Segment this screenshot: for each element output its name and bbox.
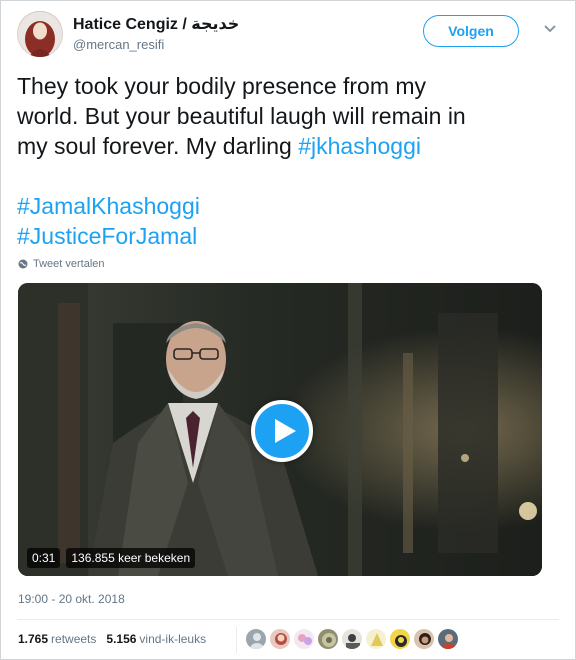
- liker-avatar[interactable]: [245, 628, 267, 650]
- stats-separator: [236, 627, 237, 653]
- play-icon: [274, 419, 296, 443]
- tweet-card: Hatice Cengiz / خديجة @mercan_resifi Vol…: [0, 0, 576, 660]
- tweet-text-line: They took your bodily presence from my: [17, 73, 427, 99]
- author-display-name[interactable]: Hatice Cengiz / خديجة: [73, 15, 239, 35]
- video-duration: 0:31: [27, 548, 61, 568]
- liker-avatar[interactable]: [365, 628, 387, 650]
- play-button[interactable]: [251, 400, 313, 462]
- retweets-count: 1.765: [18, 632, 49, 646]
- retweets-label: retweets: [51, 632, 97, 646]
- tweet-timestamp[interactable]: 19:00 - 20 okt. 2018: [18, 592, 125, 606]
- tweet-text-plain: my soul forever. My darling: [17, 133, 299, 159]
- liker-avatar[interactable]: [413, 628, 435, 650]
- author-avatar[interactable]: [17, 11, 63, 57]
- author-handle[interactable]: @mercan_resifi: [73, 36, 239, 54]
- tweet-text-line: my soul forever. My darling #jkhashoggi: [17, 131, 557, 161]
- likers-list: [245, 628, 459, 650]
- translate-tweet-link[interactable]: Tweet vertalen: [18, 258, 105, 270]
- divider: [17, 619, 559, 620]
- likes-label: vind-ik-leuks: [139, 632, 207, 646]
- liker-avatar[interactable]: [269, 628, 291, 650]
- likes-count: 5.156: [106, 632, 137, 646]
- liker-avatar[interactable]: [293, 628, 315, 650]
- hashtag-justiceforjamal[interactable]: #JusticeForJamal: [17, 221, 557, 251]
- liker-avatar[interactable]: [437, 628, 459, 650]
- follow-button[interactable]: Volgen: [423, 15, 519, 47]
- tweet-header: Hatice Cengiz / خديجة @mercan_resifi Vol…: [17, 11, 561, 59]
- tweet-text: They took your bodily presence from my w…: [17, 71, 557, 251]
- author-names: Hatice Cengiz / خديجة @mercan_resifi: [73, 15, 239, 54]
- chevron-down-icon[interactable]: [543, 24, 557, 34]
- hashtag-jamalkhashoggi[interactable]: #JamalKhashoggi: [17, 191, 557, 221]
- hashtag-jkhashoggi[interactable]: #jkhashoggi: [298, 133, 421, 159]
- retweets-stat[interactable]: 1.765 retweets: [18, 632, 96, 646]
- liker-avatar[interactable]: [389, 628, 411, 650]
- video-view-count: 136.855 keer bekeken: [66, 548, 196, 568]
- likes-stat[interactable]: 5.156 vind-ik-leuks: [106, 632, 206, 646]
- tweet-stats: 1.765 retweets 5.156 vind-ik-leuks: [18, 632, 206, 646]
- liker-avatar[interactable]: [341, 628, 363, 650]
- video-badges: 0:31 136.855 keer bekeken: [27, 548, 196, 568]
- globe-icon: [18, 259, 28, 269]
- translate-label[interactable]: Tweet vertalen: [33, 258, 105, 270]
- video-player[interactable]: 0:31 136.855 keer bekeken: [18, 283, 542, 576]
- liker-avatar[interactable]: [317, 628, 339, 650]
- tweet-text-line: world. But your beautiful laugh will rem…: [17, 103, 466, 129]
